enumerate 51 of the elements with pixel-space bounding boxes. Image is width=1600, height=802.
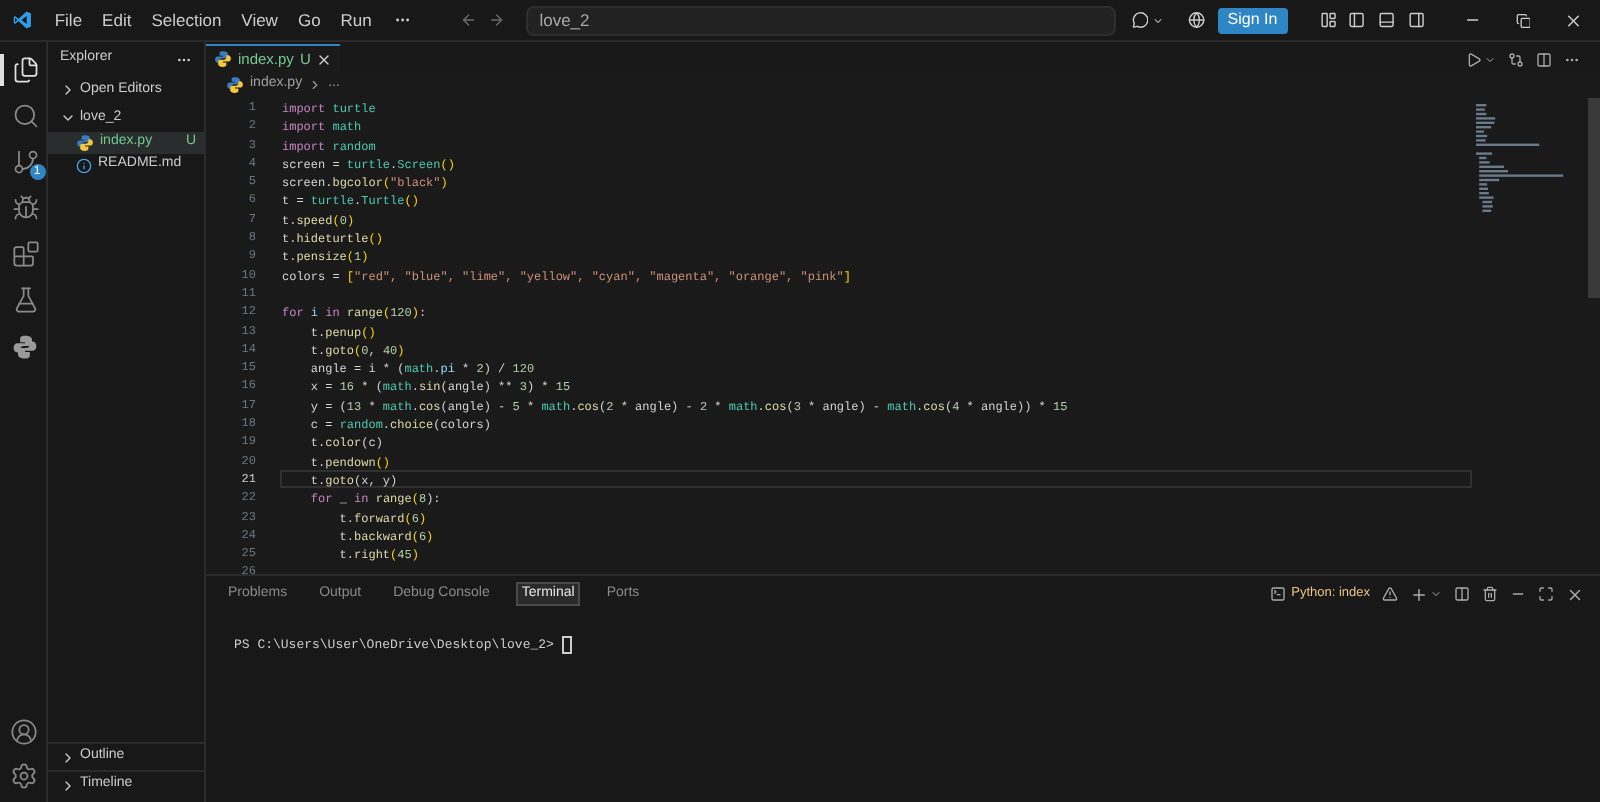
- search-icon[interactable]: [11, 102, 39, 130]
- info-icon: [76, 157, 92, 173]
- settings-icon[interactable]: [9, 762, 37, 790]
- close-icon[interactable]: [1564, 9, 1584, 31]
- flask-icon[interactable]: [11, 286, 39, 314]
- panel-left-icon[interactable]: [1348, 10, 1366, 30]
- split-terminal-icon[interactable]: [1454, 586, 1470, 602]
- bug-icon[interactable]: [11, 194, 39, 222]
- account-icon[interactable]: [9, 718, 37, 746]
- menu-item[interactable]: File: [44, 7, 93, 33]
- close-icon[interactable]: [1566, 585, 1584, 603]
- chevron-down-icon[interactable]: [60, 110, 76, 126]
- new-terminal-icon[interactable]: [1410, 585, 1428, 603]
- terminal-cursor: [561, 636, 572, 655]
- restore-icon[interactable]: [1515, 11, 1531, 29]
- menu-item[interactable]: Go: [287, 7, 331, 33]
- menu-item[interactable]: Selection: [141, 7, 232, 33]
- search-field[interactable]: love_2: [525, 5, 1116, 35]
- panel-bottom-icon[interactable]: [1377, 10, 1396, 30]
- python-icon: [12, 333, 38, 359]
- caret-icon[interactable]: [1484, 54, 1496, 66]
- menu-item[interactable]: Edit: [92, 7, 142, 33]
- globe-icon[interactable]: [1188, 10, 1206, 30]
- chevron-right-icon: [308, 78, 323, 92]
- split-editor-icon[interactable]: [1536, 52, 1552, 68]
- chevron-right-icon[interactable]: [60, 82, 76, 98]
- source-control-icon[interactable]: [11, 148, 39, 176]
- maximize-icon[interactable]: [1538, 586, 1554, 602]
- menu-item[interactable]: Run: [330, 7, 382, 33]
- sign-in-button[interactable]: Sign In: [1217, 7, 1288, 33]
- run-icon[interactable]: [1466, 52, 1482, 68]
- panel-right-icon[interactable]: [1407, 10, 1425, 30]
- trash-icon[interactable]: [1482, 586, 1498, 602]
- terminal-icon[interactable]: [1269, 586, 1286, 602]
- caret-icon[interactable]: [1152, 13, 1165, 27]
- python-file-icon: [226, 76, 244, 94]
- chat-icon[interactable]: [1131, 10, 1149, 30]
- close-icon[interactable]: [316, 51, 333, 67]
- extensions-icon[interactable]: [11, 240, 39, 268]
- python-file-icon: [76, 134, 94, 152]
- logo-icon: [12, 8, 33, 32]
- scrollbar[interactable]: [1588, 98, 1600, 298]
- menu-item[interactable]: View: [231, 7, 288, 33]
- caret-icon[interactable]: [1430, 588, 1442, 600]
- warning-icon: [1382, 586, 1398, 602]
- forward-arrow-icon[interactable]: [488, 10, 506, 30]
- layout-icon[interactable]: [1319, 10, 1337, 30]
- files-icon[interactable]: [11, 56, 39, 84]
- compare-icon[interactable]: [1508, 52, 1524, 68]
- back-arrow-icon[interactable]: [459, 10, 477, 30]
- python-file-icon: [214, 50, 232, 68]
